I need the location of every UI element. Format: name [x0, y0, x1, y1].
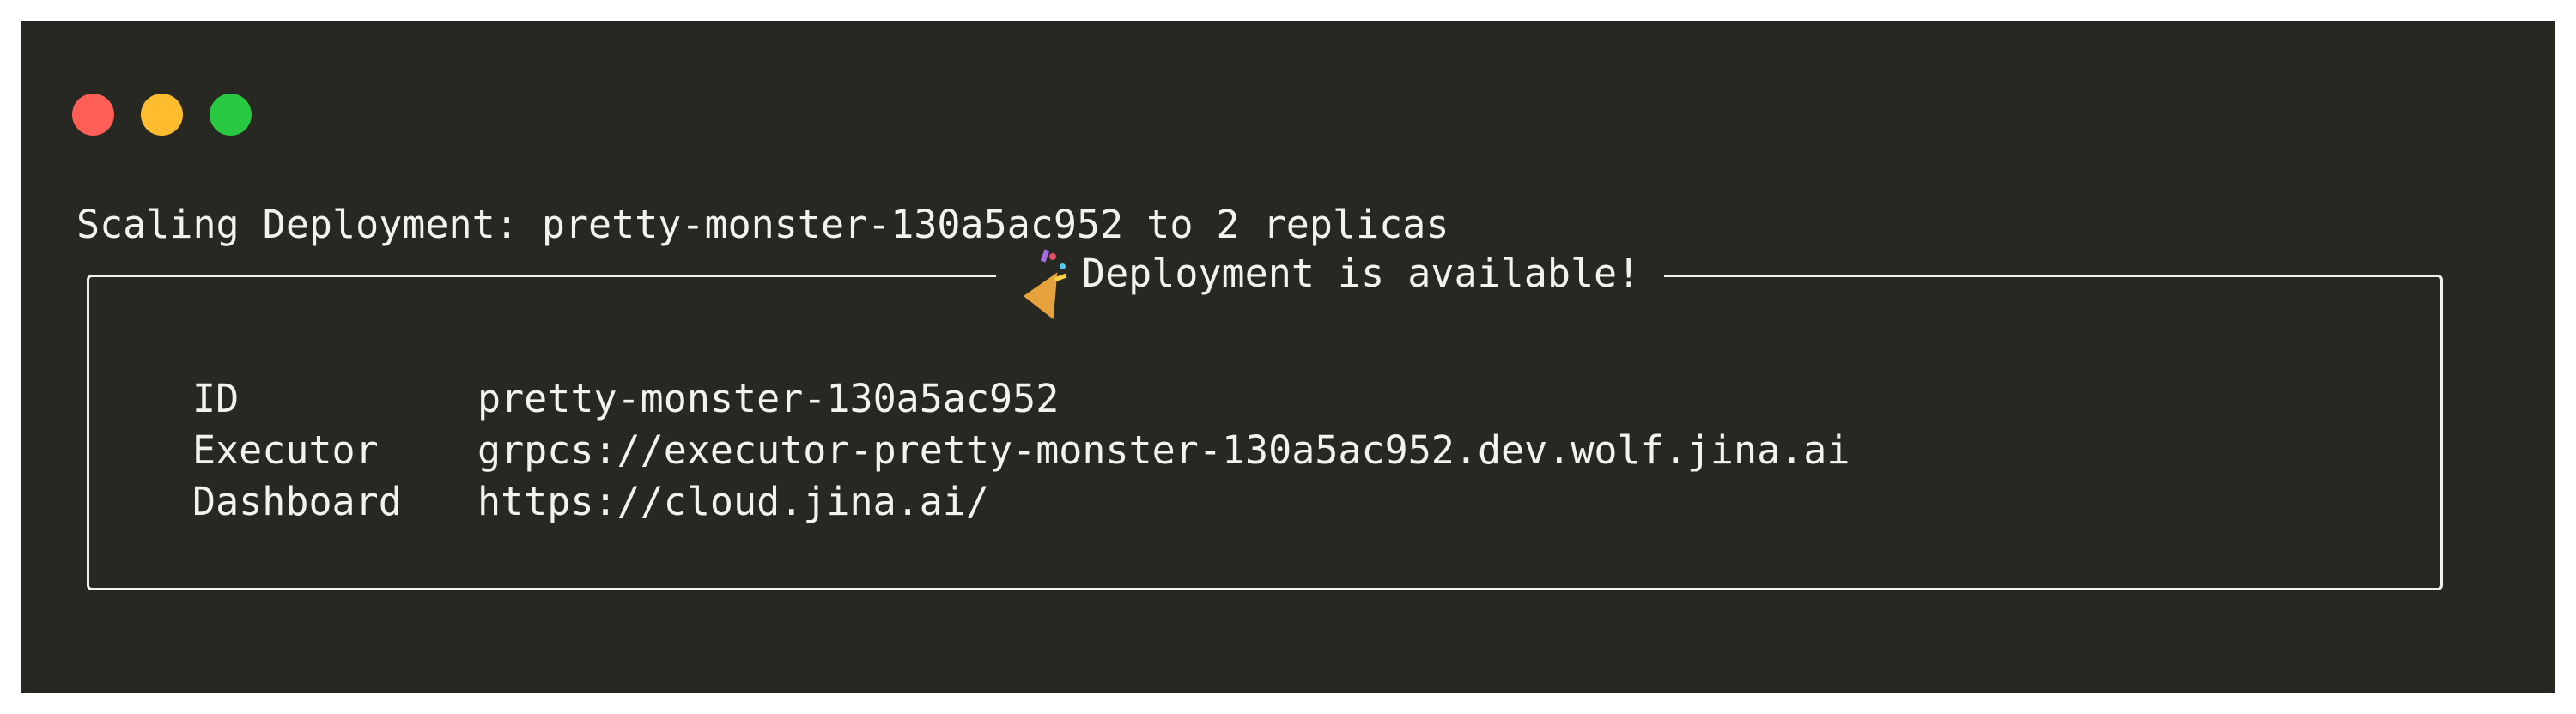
panel-title: Deployment is available!: [996, 248, 1665, 320]
panel-title-text: Deployment is available!: [1082, 251, 1641, 296]
info-value: grpcs://executor-pretty-monster-130a5ac9…: [477, 427, 1850, 473]
party-popper-icon: [1020, 249, 1078, 320]
info-value: pretty-monster-130a5ac952: [477, 376, 1060, 421]
info-key: ID: [192, 376, 240, 421]
maximize-window-button[interactable]: [210, 94, 252, 136]
info-row-dashboard: Dashboard https://cloud.jina.ai/: [192, 476, 989, 528]
deployment-panel: Deployment is available! ID pretty-monst…: [87, 248, 2443, 590]
close-window-button[interactable]: [72, 94, 114, 136]
scaling-status-line: Scaling Deployment: pretty-monster-130a5…: [76, 202, 1449, 247]
info-row-executor: Executor grpcs://executor-pretty-monster…: [192, 425, 1850, 476]
info-value: https://cloud.jina.ai/: [477, 479, 990, 524]
terminal-window: Scaling Deployment: pretty-monster-130a5…: [21, 21, 2555, 693]
info-key: Executor: [192, 427, 379, 473]
info-key: Dashboard: [192, 479, 402, 524]
info-row-id: ID pretty-monster-130a5ac952: [192, 373, 1059, 425]
minimize-window-button[interactable]: [141, 94, 183, 136]
